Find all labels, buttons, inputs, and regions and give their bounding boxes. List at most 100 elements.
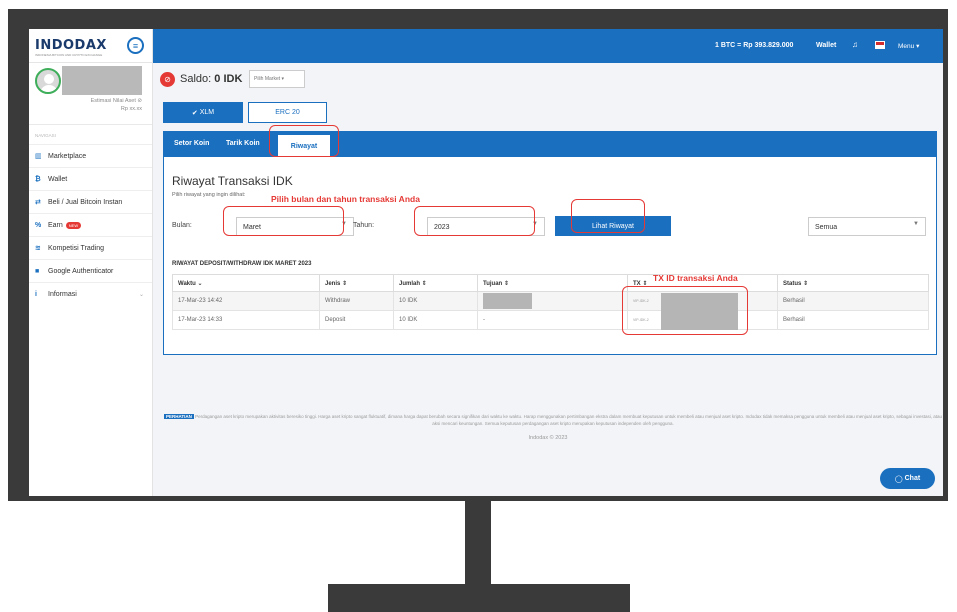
sidebar-item-label: Beli / Jual Bitcoin Instan <box>48 198 123 206</box>
sidebar-item-wallet[interactable]: ₿ Wallet <box>29 167 152 190</box>
logo-tagline: INDONESIA BITCOIN AND CRYPTO EXCHANGE <box>35 53 103 57</box>
address-redacted <box>483 293 532 309</box>
chart-bars-icon: ▥ <box>35 153 42 160</box>
sidebar-item-label: Marketplace <box>48 152 87 160</box>
balance-label: Saldo: <box>180 73 212 85</box>
market-select-placeholder: Pilih Market <box>254 76 281 82</box>
sidebar-item-trading-competition[interactable]: ≋ Kompetisi Trading <box>29 236 152 259</box>
view-button-highlight <box>571 199 645 233</box>
tab-setor-koin[interactable]: Setor Koin <box>174 140 209 147</box>
indodax-logo[interactable]: INDODAX <box>35 38 107 53</box>
estimate-value: Rp xx.xx <box>120 106 142 112</box>
top-wallet-link[interactable]: Wallet <box>816 42 836 49</box>
cell-jenis: Withdraw <box>319 291 394 311</box>
balance-value: 0 IDK <box>214 73 243 85</box>
tab-tarik-koin[interactable]: Tarik Koin <box>226 140 260 147</box>
tx-highlight <box>622 286 748 335</box>
year-label: Tahun: <box>353 222 375 229</box>
check-icon: ✔ <box>191 109 200 117</box>
sidebar-item-label: Kompetisi Trading <box>48 244 105 252</box>
table-row: 17-Mar-23 14:33 Deposit 10 IDK - VIP-IDK… <box>172 310 929 330</box>
filter-value: Semua <box>815 224 838 231</box>
transaction-table: Waktu ⌄ Jenis ⇕ Jumlah ⇕ Tujuan ⇕ TX ⇕ S… <box>172 274 929 330</box>
tx-annotation: TX ID transaksi Anda <box>653 273 738 283</box>
top-menu-dropdown[interactable]: Menu ▾ <box>898 42 919 50</box>
percent-icon: % <box>35 221 42 229</box>
col-jenis[interactable]: Jenis ⇕ <box>319 274 394 292</box>
cell-jumlah: 10 IDK <box>393 310 478 330</box>
cell-jenis: Deposit <box>319 310 394 330</box>
xlm-label: XLM <box>199 109 215 116</box>
eye-slash-icon[interactable]: ⊘ <box>137 98 142 104</box>
cell-tujuan <box>477 291 628 311</box>
menu-label: Menu <box>898 43 915 50</box>
sidebar-item-label: Earn <box>48 221 63 229</box>
sidebar-item-label: Wallet <box>48 175 68 183</box>
idk-coin-icon: ⊘ <box>160 72 175 87</box>
col-tujuan[interactable]: Tujuan ⇕ <box>477 274 628 292</box>
new-badge: NEW <box>65 221 82 229</box>
avatar[interactable] <box>35 68 61 94</box>
col-waktu[interactable]: Waktu ⌄ <box>172 274 320 292</box>
monitor-stand-neck <box>465 500 491 586</box>
nav-section-label: NAVIGASI <box>35 133 56 138</box>
profile-card: Estimasi Nilai Aset ⊘ Rp xx.xx <box>29 63 152 125</box>
page-title: Riwayat Transaksi IDK <box>172 174 293 188</box>
chat-label: Chat <box>904 475 921 482</box>
history-hint: Pilih riwayat yang ingin dilihat: <box>172 192 246 198</box>
transaction-panel: Setor Koin Tarik Koin Riwayat Riwayat Tr… <box>163 131 937 355</box>
month-year-annotation: Pilih bulan dan tahun transaksi Anda <box>271 194 420 204</box>
sidebar-item-marketplace[interactable]: ▥ Marketplace <box>29 144 152 167</box>
bell-icon[interactable]: ♫ <box>852 40 858 49</box>
estimate-label: Estimasi Nilai Aset <box>90 98 136 104</box>
sidebar-item-informasi[interactable]: i Informasi ⌄ <box>29 282 152 305</box>
copyright: Indodax © 2023 <box>528 435 568 441</box>
cell-status: Berhasil <box>777 310 929 330</box>
sidebar-item-label: Informasi <box>48 290 77 298</box>
username-redacted <box>62 66 142 95</box>
chevron-down-icon: ⌄ <box>138 291 144 298</box>
exchange-arrows-icon: ⇄ <box>35 199 41 206</box>
cell-jumlah: 10 IDK <box>393 291 478 311</box>
market-select[interactable]: Pilih Market ▾ <box>249 70 305 88</box>
sidebar: INDODAX INDONESIA BITCOIN AND CRYPTO EXC… <box>29 29 153 496</box>
bitcoin-icon: ₿ <box>35 175 41 183</box>
chart-bars-icon: ≋ <box>35 245 41 252</box>
cell-waktu: 17-Mar-23 14:33 <box>172 310 320 330</box>
table-header-row: Waktu ⌄ Jenis ⇕ Jumlah ⇕ Tujuan ⇕ TX ⇕ S… <box>172 274 929 292</box>
type-filter-select[interactable]: Semua ▼ <box>808 217 926 236</box>
month-select-highlight <box>223 206 344 236</box>
chat-button[interactable]: ◯ Chat <box>880 468 935 489</box>
year-select-highlight <box>414 206 535 236</box>
app-screen: INDODAX INDONESIA BITCOIN AND CRYPTO EXC… <box>29 29 943 496</box>
table-row: 17-Mar-23 14:42 Withdraw 10 IDK VIP-IDK-… <box>172 291 929 311</box>
risk-disclaimer: PERHATIAN Perdagangan aset kripto merupa… <box>163 413 943 427</box>
col-jumlah[interactable]: Jumlah ⇕ <box>393 274 478 292</box>
balance-display: Saldo: 0 IDK <box>180 73 242 85</box>
network-erc20-button[interactable]: ERC 20 <box>248 102 327 123</box>
cell-status: Berhasil <box>777 291 929 311</box>
language-flag-icon[interactable] <box>875 41 885 49</box>
btc-rate: 1 BTC = Rp 393.829.000 <box>715 42 794 49</box>
lock-icon: ■ <box>35 267 40 275</box>
sidebar-item-google-authenticator[interactable]: ■ Google Authenticator <box>29 259 152 282</box>
sidebar-item-instant-trade[interactable]: ⇄ Beli / Jual Bitcoin Instan <box>29 190 152 213</box>
network-xlm-button[interactable]: ✔ XLM <box>163 102 243 123</box>
sidebar-item-label: Google Authenticator <box>48 267 114 275</box>
sidebar-item-earn[interactable]: % Earn NEW <box>29 213 152 236</box>
disclaimer-text: Perdagangan aset kripto merupakan aktivi… <box>195 414 943 426</box>
info-icon: i <box>35 290 37 298</box>
history-caption: RIWAYAT DEPOSIT/WITHDRAW IDK MARET 2023 <box>172 261 312 267</box>
col-status[interactable]: Status ⇕ <box>777 274 929 292</box>
monitor-stand-base <box>328 584 630 612</box>
monitor-frame: INDODAX INDONESIA BITCOIN AND CRYPTO EXC… <box>8 9 948 501</box>
riwayat-tab-highlight <box>269 125 339 157</box>
cell-tujuan: - <box>477 310 628 330</box>
asset-estimate: Estimasi Nilai Aset ⊘ Rp xx.xx <box>91 97 142 113</box>
month-label: Bulan: <box>172 222 192 229</box>
brand-header: INDODAX INDONESIA BITCOIN AND CRYPTO EXC… <box>29 29 152 63</box>
perhatian-badge: PERHATIAN <box>163 414 194 419</box>
menu-toggle-icon[interactable]: ≡ <box>127 37 144 54</box>
chevron-down-icon: ▼ <box>913 221 919 227</box>
cell-waktu: 17-Mar-23 14:42 <box>172 291 320 311</box>
